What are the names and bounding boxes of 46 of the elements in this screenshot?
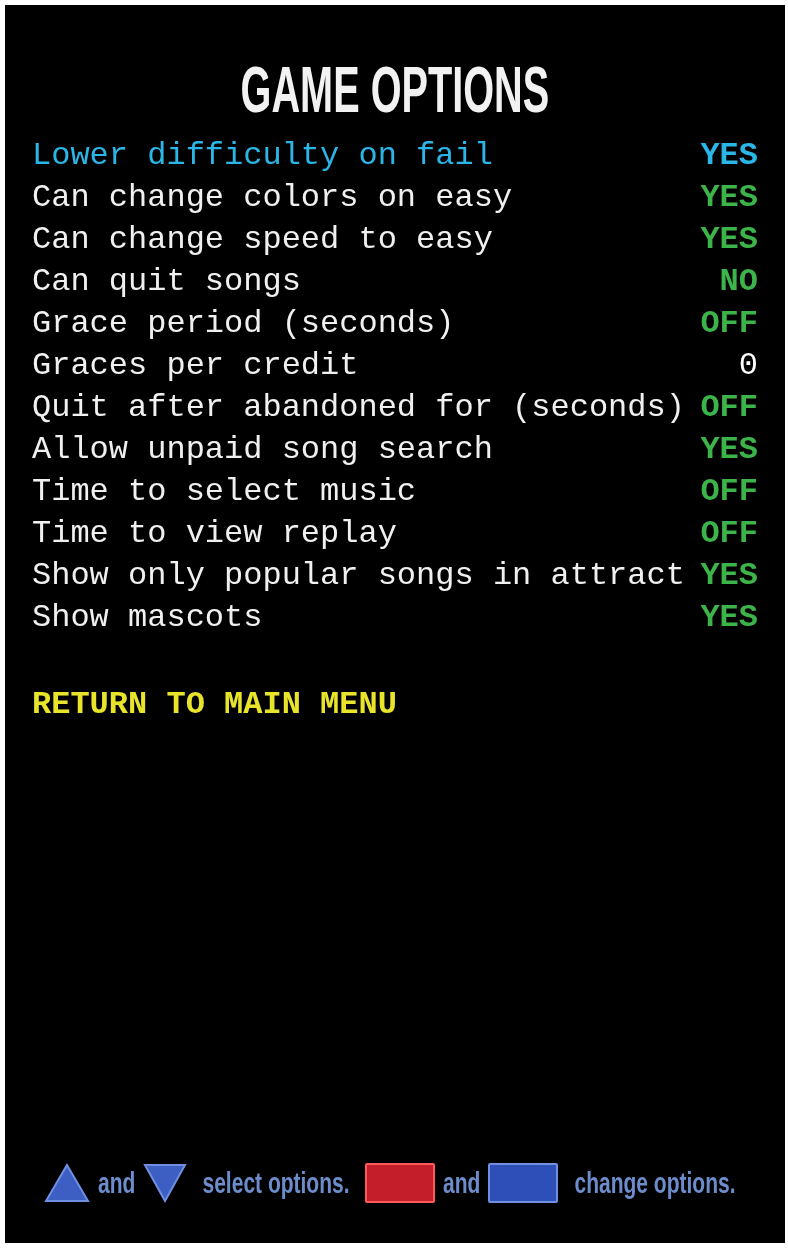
option-label: Show only popular songs in attract xyxy=(32,556,685,596)
option-value: YES xyxy=(700,220,758,260)
option-row[interactable]: Time to view replay OFF xyxy=(32,513,758,555)
key-icon xyxy=(488,1162,559,1203)
option-row[interactable]: Grace period (seconds) OFF xyxy=(32,303,758,345)
option-row[interactable]: Can change speed to easy YES xyxy=(32,219,758,261)
option-value: YES xyxy=(700,556,758,596)
option-row[interactable]: Can change colors on easy YES xyxy=(32,177,758,219)
option-label: Show mascots xyxy=(32,598,263,638)
option-label: Time to select music xyxy=(32,472,417,512)
option-row[interactable]: Quit after abandoned for (seconds) OFF xyxy=(32,387,758,429)
option-value: YES xyxy=(700,178,758,218)
footer-text: and xyxy=(443,1165,481,1201)
option-value: OFF xyxy=(700,388,758,428)
option-row[interactable]: Show mascots YES xyxy=(32,597,758,639)
option-row[interactable]: Can quit songs NO xyxy=(32,261,758,303)
footer-text: and xyxy=(97,1165,135,1201)
option-label: Lower difficulty on fail xyxy=(32,136,493,176)
option-label: Time to view replay xyxy=(32,514,397,554)
down-arrow-icon xyxy=(142,1162,187,1203)
option-label: Allow unpaid song search xyxy=(32,430,493,470)
option-label: Graces per credit xyxy=(32,346,359,386)
option-row[interactable]: Show only popular songs in attract YES xyxy=(32,555,758,597)
option-value: 0 xyxy=(738,346,758,386)
option-value: NO xyxy=(719,262,758,302)
option-value: YES xyxy=(700,598,758,638)
option-row[interactable]: Graces per credit 0 xyxy=(32,345,758,387)
option-value: OFF xyxy=(700,304,758,344)
option-value: YES xyxy=(700,430,758,470)
option-value: YES xyxy=(700,136,758,176)
option-label: Grace period (seconds) xyxy=(32,304,455,344)
key-icon xyxy=(365,1162,435,1203)
option-value: OFF xyxy=(700,514,758,554)
option-label: Can quit songs xyxy=(32,262,301,302)
option-row[interactable]: Time to select music OFF xyxy=(32,471,758,513)
return-menu-item[interactable]: RETURN TO MAIN MENU xyxy=(32,686,397,723)
option-label: Can change speed to easy xyxy=(32,220,493,260)
option-label: Quit after abandoned for (seconds) xyxy=(32,388,685,428)
footer-text: select options. xyxy=(202,1165,350,1201)
screen-title: GAME OPTIONS xyxy=(240,53,550,128)
up-arrow-icon xyxy=(43,1162,90,1203)
option-row[interactable]: Lower difficulty on fail YES xyxy=(32,135,758,177)
option-value: OFF xyxy=(700,472,758,512)
footer-text: change options. xyxy=(574,1165,736,1201)
option-row[interactable]: Allow unpaid song search YES xyxy=(32,429,758,471)
option-label: Can change colors on easy xyxy=(32,178,513,218)
